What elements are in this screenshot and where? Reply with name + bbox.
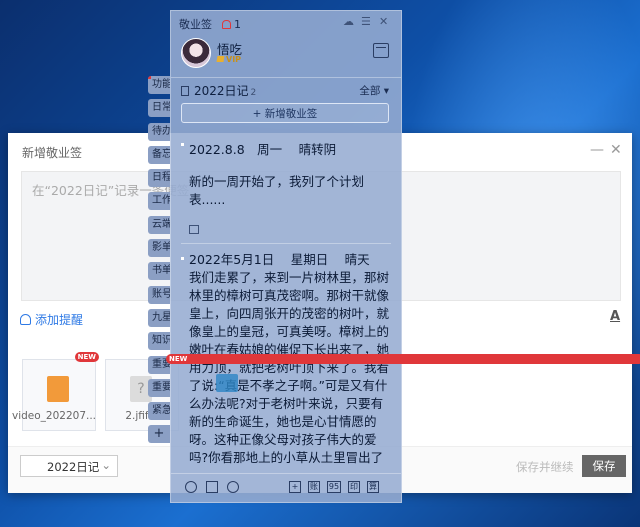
chevron-down-icon: ▾ — [383, 85, 389, 97]
notebook-count: 2 — [250, 88, 257, 98]
app-title: 敬业签 — [179, 18, 212, 31]
tab-category[interactable]: 工作 — [148, 192, 170, 211]
dialog-title: 新增敬业签 — [22, 146, 83, 160]
tab-category[interactable]: 云端 — [148, 215, 170, 234]
new-badge: NEW — [166, 354, 640, 364]
bell-icon[interactable] — [221, 20, 231, 29]
tab-category[interactable]: 功能 — [148, 76, 170, 94]
tab-category[interactable]: 紧急 — [148, 402, 170, 421]
chevron-down-icon: ⌄ — [101, 458, 111, 472]
notebook-title[interactable]: 2022日记 2 — [181, 82, 256, 99]
notebook-icon — [181, 86, 189, 96]
divider — [181, 243, 391, 244]
tab-category[interactable]: 九星 — [148, 308, 170, 327]
diamond-icon — [216, 56, 225, 62]
archive-icon[interactable] — [206, 481, 218, 493]
filter-dropdown[interactable]: 全部 ▾ — [359, 83, 389, 98]
tab-category[interactable]: 书单 — [148, 262, 170, 281]
tab-category[interactable]: 日程 — [148, 169, 170, 188]
save-button[interactable]: 保存 — [582, 455, 626, 477]
tab-category[interactable]: 日常 — [148, 99, 170, 118]
bell-icon — [20, 314, 31, 325]
attachment-icon[interactable] — [189, 225, 199, 234]
font-style-icon[interactable]: A — [610, 309, 620, 324]
notification-count: 1 — [234, 18, 241, 31]
attachment-video[interactable]: NEW video_202207... — [12, 352, 99, 431]
print-tool[interactable]: 印 — [348, 481, 360, 493]
add-reminder-button[interactable]: 添加提醒 — [20, 311, 83, 328]
note-date: 2022年5月1日 星期日 晴天 — [189, 252, 370, 267]
tab-category[interactable]: 备忘 — [148, 145, 170, 164]
add-note-button[interactable]: + 新增敬业签 — [181, 103, 389, 123]
close-icon[interactable]: ✕ — [610, 142, 622, 158]
save-continue-button[interactable]: 保存并继续 — [516, 459, 574, 475]
menu-icon[interactable]: ☰ — [361, 15, 371, 28]
tab-category[interactable]: 影单 — [148, 239, 170, 258]
video-file-icon — [47, 376, 69, 402]
avatar[interactable] — [181, 38, 211, 68]
calendar-icon[interactable] — [373, 43, 389, 58]
note-marker — [181, 143, 184, 146]
notebook-select-value: 2022日记 — [47, 460, 100, 474]
calculator-tool[interactable]: 算 — [367, 481, 379, 493]
add-reminder-label: 添加提醒 — [35, 313, 84, 327]
note-body[interactable]: 新的一周开始了，我列了个计划表...... — [189, 173, 391, 209]
notebook-select[interactable]: 2022日记 ⌄ — [20, 455, 118, 477]
panel-header: 敬业签 1 — [179, 16, 241, 32]
history-icon[interactable] — [185, 481, 197, 493]
tab-category[interactable]: 账号 — [148, 285, 170, 304]
search-icon[interactable] — [227, 481, 239, 493]
note-date[interactable]: 2022.8.8 周一 晴转阴 — [189, 141, 391, 159]
tab-category[interactable]: 待办 — [148, 122, 170, 141]
close-icon[interactable]: ✕ — [379, 15, 388, 28]
note-body: 我们走累了，来到一片树林里，那树林里的樟树可真茂密啊。那树干就像皇上，向四周张开… — [189, 270, 390, 469]
add-icon[interactable]: + — [289, 481, 301, 493]
vip-label: VIP — [226, 55, 242, 64]
nine-five-tool[interactable]: 95 — [327, 481, 341, 493]
tab-category[interactable]: 知识 — [148, 332, 170, 351]
panel-toolbar: + 账 95 印 算 — [171, 473, 401, 502]
minimize-icon[interactable]: — — [590, 142, 604, 158]
drag-cursor-icon — [216, 374, 238, 392]
tab-category[interactable]: 重要 — [148, 378, 170, 397]
vip-badge: VIP — [216, 55, 242, 64]
category-tabs: 功能 日常 待办 备忘 日程 工作 云端 影单 书单 账号 九星 知识 重要 重… — [148, 76, 170, 444]
new-badge: NEW — [74, 352, 99, 362]
notes-panel: 敬业签 1 ☁ ☰ ✕ 悟吃 VIP 2022日记 2 全部 ▾ + 新增敬业签 … — [170, 10, 402, 503]
add-category-button[interactable]: + — [148, 425, 170, 444]
filter-label: 全部 — [359, 85, 381, 97]
notebook-name: 2022日记 — [194, 84, 249, 98]
cloud-icon[interactable]: ☁ — [343, 15, 354, 28]
divider — [171, 77, 401, 78]
account-tool[interactable]: 账 — [308, 481, 320, 493]
attachment-name: video_202207... — [11, 410, 97, 422]
note-marker — [181, 257, 184, 260]
